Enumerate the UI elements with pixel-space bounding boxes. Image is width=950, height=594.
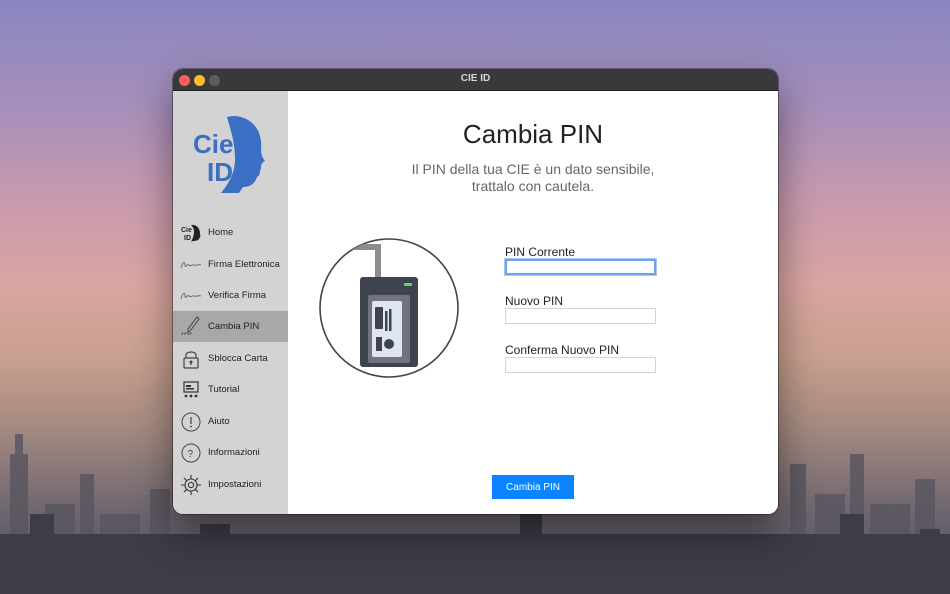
sidebar-item-verifica-firma[interactable]: Verifica Firma: [173, 280, 288, 311]
sidebar-item-label: Sblocca Carta: [208, 353, 268, 364]
signature-icon: [180, 254, 202, 276]
sidebar-item-impostazioni[interactable]: Impostazioni: [173, 469, 288, 500]
sidebar-item-informazioni[interactable]: ? Informazioni: [173, 437, 288, 468]
sidebar-item-label: Informazioni: [208, 447, 260, 458]
page-subtitle: Il PIN della tua CIE è un dato sensibile…: [368, 161, 698, 195]
tutorial-board-icon: [180, 379, 202, 401]
padlock-icon: [180, 348, 202, 370]
sidebar-item-label: Verifica Firma: [208, 290, 267, 301]
confirm-new-pin-input[interactable]: [505, 357, 656, 373]
sidebar-item-home[interactable]: Cie ID Home: [173, 217, 288, 248]
sidebar-item-label: Home: [208, 227, 234, 238]
logo-text-cie: Cie: [193, 129, 233, 159]
pen-pin-icon: ****: [180, 315, 202, 338]
sidebar-item-sblocca-carta[interactable]: Sblocca Carta: [173, 343, 288, 374]
logo-text-id: ID: [207, 157, 233, 187]
cie-id-logo: Cie ID: [193, 116, 265, 193]
svg-text:Cie: Cie: [181, 227, 192, 234]
sidebar: Cie ID Cie ID Home Firma Elettronica Ver…: [173, 91, 288, 514]
subtitle-line-1: Il PIN della tua CIE è un dato sensibile…: [411, 161, 655, 177]
current-pin-input[interactable]: [505, 259, 656, 275]
exclamation-circle-icon: [180, 411, 202, 433]
svg-text:****: ****: [181, 332, 192, 338]
question-circle-icon: ?: [180, 442, 202, 464]
sidebar-item-label: Cambia PIN: [208, 321, 260, 332]
signature-verify-icon: [180, 285, 202, 307]
cie-id-icon: Cie ID: [180, 222, 202, 244]
sidebar-item-tutorial[interactable]: Tutorial: [173, 374, 288, 405]
current-pin-label: PIN Corrente: [505, 245, 576, 259]
page-title: Cambia PIN: [462, 119, 604, 149]
subtitle-line-2: trattalo con cautela.: [471, 178, 595, 194]
sidebar-item-aiuto[interactable]: Aiuto: [173, 406, 288, 437]
svg-text:?: ?: [188, 449, 194, 460]
card-reader-illustration: [319, 238, 459, 378]
window-title: CIE ID: [460, 73, 491, 84]
title-bar[interactable]: CIE ID: [173, 69, 778, 91]
sidebar-item-label: Tutorial: [208, 384, 240, 395]
change-pin-button[interactable]: Cambia PIN: [492, 475, 574, 499]
sidebar-item-cambia-pin[interactable]: **** Cambia PIN: [173, 311, 288, 342]
sidebar-item-firma-elettronica[interactable]: Firma Elettronica: [173, 249, 288, 280]
new-pin-label: Nuovo PIN: [505, 294, 564, 308]
app-window: CIE ID Cie ID Cie ID Home Firma Elettron…: [173, 69, 778, 514]
new-pin-input[interactable]: [505, 308, 656, 324]
sidebar-item-label: Aiuto: [208, 416, 230, 427]
gear-icon: [180, 474, 202, 496]
svg-text:ID: ID: [184, 235, 191, 242]
sidebar-item-label: Impostazioni: [208, 479, 262, 490]
confirm-pin-label: Conferma Nuovo PIN: [505, 343, 620, 357]
sidebar-item-label: Firma Elettronica: [208, 259, 280, 270]
main-content: Cambia PIN Il PIN della tua CIE è un dat…: [288, 91, 778, 514]
